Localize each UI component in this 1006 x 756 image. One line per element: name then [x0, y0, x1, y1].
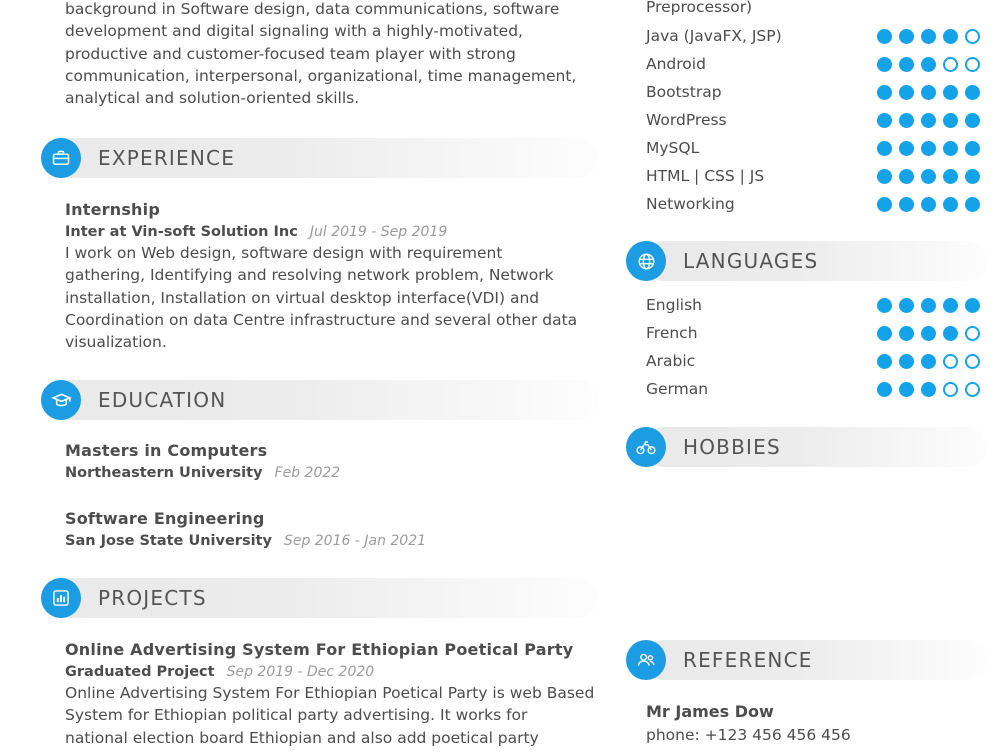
section-title-education: EDUCATION [98, 388, 227, 412]
section-header-projects: PROJECTS [41, 578, 598, 618]
skill-rating [877, 168, 980, 184]
skill-rating [877, 196, 980, 212]
language-label: English [646, 296, 702, 314]
project-entry: Online Advertising System For Ethiopian … [65, 640, 595, 749]
language-rating [877, 297, 980, 313]
skill-label: Bootstrap [646, 83, 722, 101]
skill-row: HTML | CSS | JS [646, 162, 986, 190]
project-title: Online Advertising System For Ethiopian … [65, 640, 574, 659]
education-title: Masters in Computers [65, 441, 268, 460]
section-title-reference: REFERENCE [683, 648, 813, 672]
skill-row: Android [646, 50, 986, 78]
section-title-experience: EXPERIENCE [98, 146, 236, 170]
graduation-cap-icon [41, 380, 81, 420]
skill-row: Java (JavaFX, JSP) [646, 22, 986, 50]
skill-row: WordPress [646, 106, 986, 134]
section-header-education: EDUCATION [41, 380, 598, 420]
education-entry: Masters in Computers Northeastern Univer… [65, 441, 585, 481]
skill-row: MySQL [646, 134, 986, 162]
language-row: Arabic [646, 347, 986, 375]
skill-label: WordPress [646, 111, 727, 129]
education-entry: Software Engineering San Jose State Univ… [65, 509, 585, 549]
language-row: French [646, 319, 986, 347]
language-label: French [646, 324, 698, 342]
education-meta: San Jose State University Sep 2016 - Jan … [65, 530, 585, 549]
experience-date: Jul 2019 - Sep 2019 [309, 224, 448, 240]
project-date: Sep 2019 - Dec 2020 [226, 664, 375, 680]
section-header-hobbies: HOBBIES [620, 427, 1006, 467]
education-date: Sep 2016 - Jan 2021 [283, 533, 427, 549]
skill-rating [877, 28, 980, 44]
project-meta: Graduated Project Sep 2019 - Dec 2020 [65, 661, 595, 680]
skills-partial-text: Preprocessor) [646, 0, 753, 16]
education-meta: Northeastern University Feb 2022 [65, 462, 585, 481]
language-rating [877, 381, 980, 397]
experience-org: Inter at Vin-soft Solution Inc [65, 224, 298, 240]
right-column: Preprocessor) Java (JavaFX, JSP) Android… [620, 0, 1006, 756]
skill-row: Networking [646, 190, 986, 218]
language-label: Arabic [646, 352, 696, 370]
skill-label: HTML | CSS | JS [646, 167, 765, 185]
section-header-reference: REFERENCE [620, 640, 1006, 680]
experience-meta: Inter at Vin-soft Solution Inc Jul 2019 -… [65, 221, 585, 240]
resume-page: background in Software design, data comm… [0, 0, 1006, 756]
experience-entry: Internship Inter at Vin-soft Solution In… [65, 200, 585, 353]
project-org: Graduated Project [65, 664, 215, 680]
project-body: Online Advertising System For Ethiopian … [65, 684, 595, 747]
skill-label: MySQL [646, 139, 700, 157]
skill-rating [877, 84, 980, 100]
language-row: English [646, 291, 986, 319]
skill-rating [877, 56, 980, 72]
experience-title: Internship [65, 200, 160, 219]
skill-rating [877, 112, 980, 128]
skill-rating [877, 140, 980, 156]
language-rating [877, 353, 980, 369]
experience-body: I work on Web design, software design wi… [65, 244, 578, 352]
reference-phone: phone: +123 456 456 456 [646, 726, 851, 744]
skill-label: Android [646, 55, 706, 73]
section-title-languages: LANGUAGES [683, 249, 819, 273]
education-org: Northeastern University [65, 465, 263, 481]
language-row: German [646, 375, 986, 403]
bicycle-icon [626, 427, 666, 467]
education-title: Software Engineering [65, 509, 265, 528]
skill-row: Bootstrap [646, 78, 986, 106]
chart-bar-icon [41, 578, 81, 618]
language-rating [877, 325, 980, 341]
skill-label: Java (JavaFX, JSP) [646, 27, 782, 45]
reference-name: Mr James Dow [646, 702, 774, 721]
people-icon [626, 640, 666, 680]
profile-summary-text: background in Software design, data comm… [65, 0, 577, 108]
section-header-experience: EXPERIENCE [41, 138, 598, 178]
section-header-languages: LANGUAGES [620, 241, 1006, 281]
section-title-hobbies: HOBBIES [683, 435, 781, 459]
briefcase-icon [41, 138, 81, 178]
education-org: San Jose State University [65, 533, 272, 549]
education-date: Feb 2022 [274, 465, 341, 481]
skill-label: Networking [646, 195, 735, 213]
globe-icon [626, 241, 666, 281]
left-column: background in Software design, data comm… [0, 0, 620, 756]
section-title-projects: PROJECTS [98, 586, 207, 610]
language-label: German [646, 380, 709, 398]
